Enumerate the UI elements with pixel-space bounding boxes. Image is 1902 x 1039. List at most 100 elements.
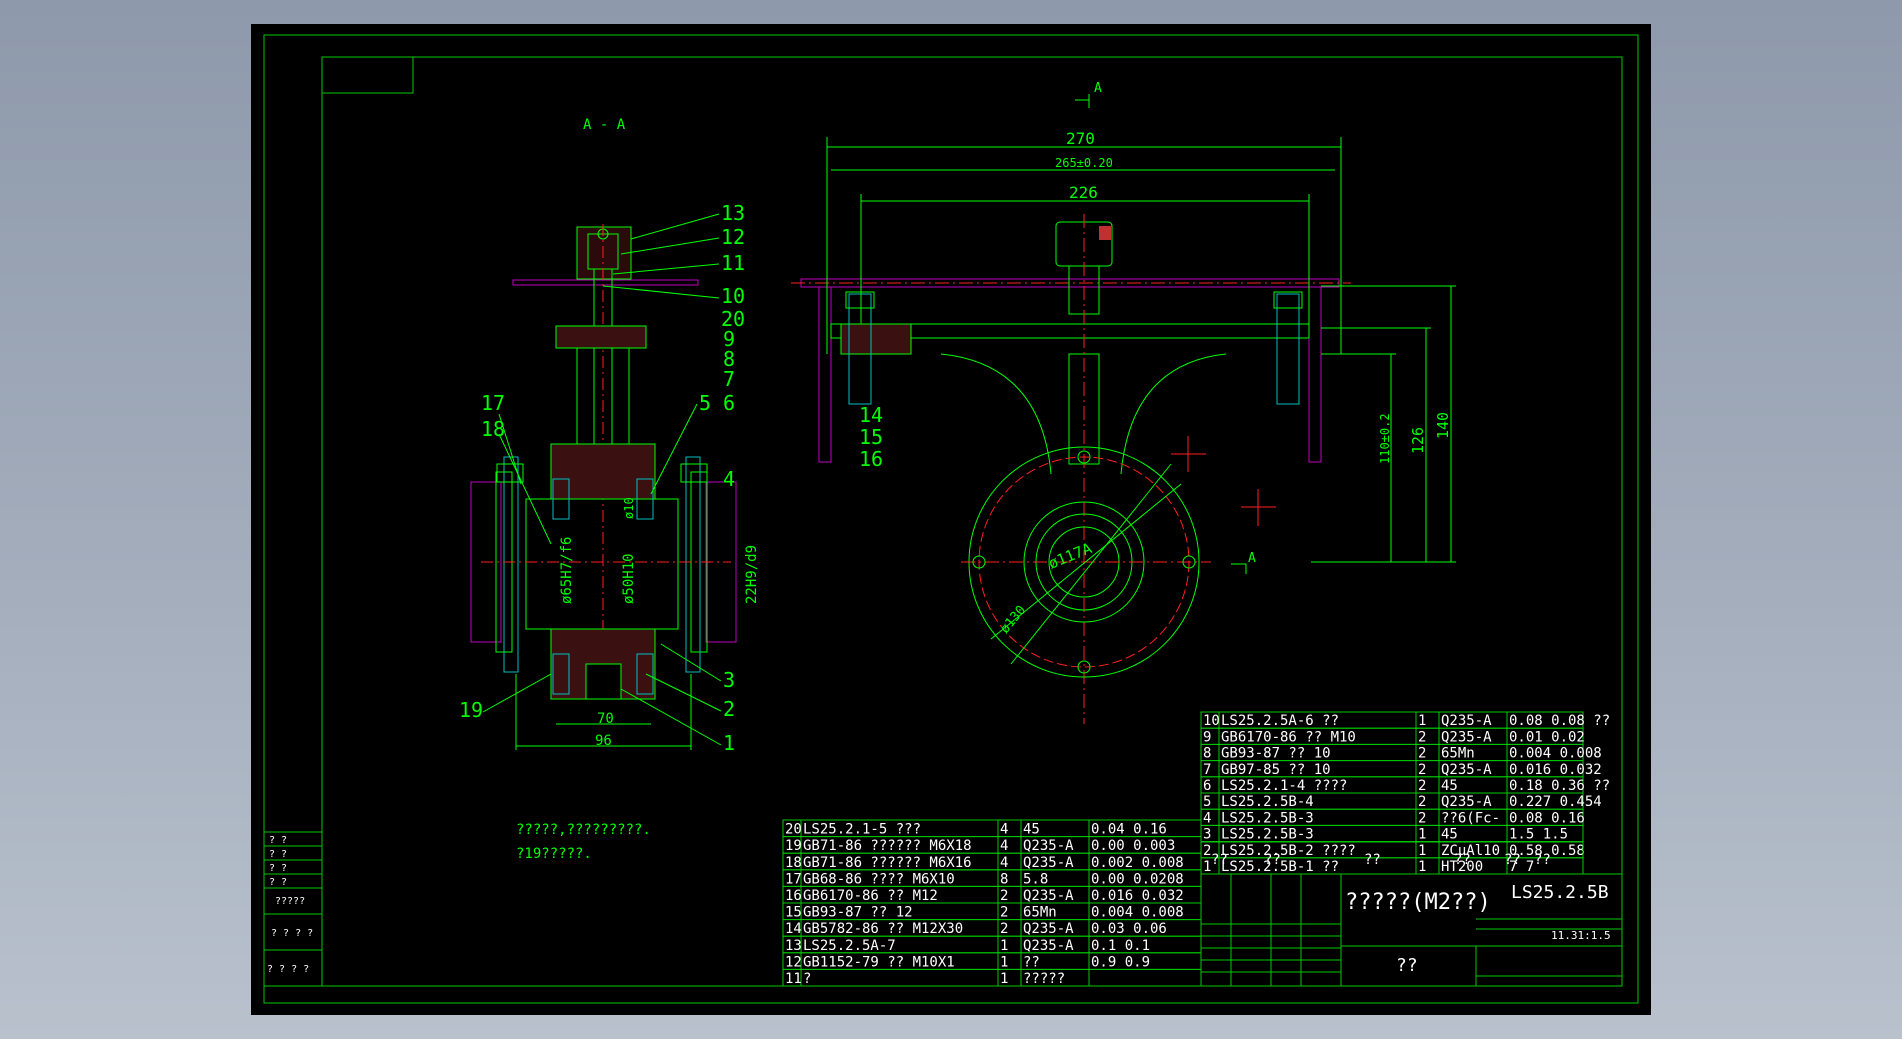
bom-right-cell: 2: [1418, 778, 1426, 794]
bom-left-cell: 65Mn: [1023, 905, 1057, 921]
drawing-scale: 11.31:1.5: [1551, 929, 1611, 942]
dim-270: 270: [1066, 129, 1095, 148]
bom-right-cell: 1: [1418, 713, 1426, 729]
bom-right-cell: 4: [1203, 810, 1211, 826]
bom-left-row: 16 GB6170-86 ?? M12 2 Q235-A 0.016 0.032: [782, 885, 1202, 904]
drawing-title: ?????(M2??): [1345, 890, 1491, 915]
bom-right-cell: 1: [1418, 843, 1426, 859]
bom-left-cell: GB71-86 ?????? M6X16: [803, 855, 972, 871]
bom-right-cell: ??6(Fc-: [1441, 810, 1500, 826]
cut-marker-right: A: [1248, 551, 1256, 566]
bom-left-cell: 1: [1000, 971, 1008, 987]
bom-left-cell: ??: [1023, 954, 1040, 970]
bom-left-cell: 0.016 0.032: [1091, 888, 1184, 904]
bom-right-cell: Q235-A: [1441, 794, 1492, 810]
bom-right-cell: LS25.2.5B-2 ????: [1221, 843, 1356, 859]
callout-11: 11: [721, 251, 745, 275]
section-label: A - A: [583, 117, 626, 133]
bom-right-header-cell: ??: [1211, 852, 1228, 868]
bom-right-cell: 1.5 1.5: [1509, 827, 1568, 843]
dim-226: 226: [1069, 183, 1098, 202]
bom-left-cell: ?????: [1023, 971, 1065, 987]
cad-drawing-sheet: ? ? ? ? ? ? ? ? ????? ? ? ? ? ? ? ? ? A …: [251, 24, 1651, 1015]
bom-left-cell: GB68-86 ???? M6X10: [803, 871, 955, 887]
bom-right-header-cell: ??: [1364, 852, 1381, 868]
bom-left-cell: GB93-87 ?? 12: [803, 905, 913, 921]
dim-110: 110±0.2: [1378, 413, 1392, 464]
bom-left-row: 12 GB1152-79 ?? M10X1 1?? 0.9 0.9: [782, 952, 1202, 970]
dim-117: ø117A: [1046, 539, 1095, 573]
cut-marker-top: A: [1094, 81, 1102, 96]
dim-265: 265±0.20: [1055, 156, 1113, 170]
bom-left-cell: 0.1 0.1: [1091, 938, 1150, 954]
callout-15: 15: [859, 425, 883, 449]
title-block-bottom: ??: [1396, 955, 1418, 976]
bom-right-cell: GB6170-86 ?? M10: [1221, 729, 1356, 745]
bom-right-cell: 5: [1203, 794, 1211, 810]
bom-right-row: 10 LS25.2.5A-6 ?? 1 Q235-A 0.08 0.08 ??: [1200, 711, 1610, 729]
dim-22: 22H9/d9: [744, 545, 760, 604]
bom-left-cell: 13: [785, 938, 802, 954]
bom-left-cell: 0.9 0.9: [1091, 954, 1150, 970]
bom-left-cell: Q235-A: [1023, 888, 1074, 904]
bom-right-row: 7 GB97-85 ?? 10 2 Q235-A 0.016 0.032: [1200, 760, 1602, 778]
bom-right-cell: 0.18 0.36 ??: [1509, 778, 1610, 794]
bom-right-row: 8 GB93-87 ?? 10 2 65Mn 0.004 0.008: [1200, 743, 1602, 762]
bom-right-cell: 45: [1441, 778, 1458, 794]
bom-right-cell: Q235-A: [1441, 762, 1492, 778]
bom-right-header-cell: ??: [1264, 852, 1281, 868]
front-view: A A 14 15 16 270 265±0.20 226 110±0.2 12…: [791, 81, 1456, 724]
bom-left-cell: 2: [1000, 921, 1008, 937]
bom-right-row: 5 LS25.2.5B-4 2 Q235-A 0.227 0.454: [1200, 792, 1602, 810]
bom-left-cell: Q235-A: [1023, 938, 1074, 954]
bom-left-cell: ?: [803, 971, 811, 987]
bom-left-cell: 12: [785, 954, 802, 970]
bom-right-cell: 10: [1203, 713, 1220, 729]
bom-left-cell: 18: [785, 855, 802, 871]
bom-right-row: 1 LS25.2.5B-1 ?? 1 HT200 7 7: [1200, 857, 1584, 875]
callout-10: 10: [721, 284, 745, 308]
callout-14: 14: [859, 403, 883, 427]
bom-right-header-cell: ??: [1534, 852, 1551, 868]
bom-table-right: 10 LS25.2.5A-6 ?? 1 Q235-A 0.08 0.08 ?? 9 GB61…: [1200, 711, 1610, 875]
bom-right-cell: Q235-A: [1441, 713, 1492, 729]
callout-19: 19: [459, 698, 483, 722]
bom-left-row: 18 GB71-86 ?????? M6X16 4 Q235-A 0.002 0.008: [782, 852, 1202, 871]
bom-right-cell: 2: [1418, 729, 1426, 745]
callout-6: 6: [723, 391, 735, 415]
margin-label-3: ? ?: [269, 863, 287, 874]
bom-left-cell: 19: [785, 838, 802, 854]
margin-label-7: ? ? ? ?: [267, 964, 309, 975]
section-view: A - A 13 12 11 10 20 9 8 7 5 6 17 18 4 3…: [459, 117, 760, 755]
bom-left-cell: GB6170-86 ?? M12: [803, 888, 938, 904]
dim-50: ø50H10: [621, 553, 637, 604]
callout-17: 17: [481, 391, 505, 415]
bom-left-cell: 4: [1000, 838, 1008, 854]
margin-label-2: ? ?: [269, 849, 287, 860]
dim-126: 126: [1409, 427, 1427, 454]
bom-right-cell: 2: [1418, 746, 1426, 762]
bom-right-cell: LS25.2.5B-4: [1221, 794, 1314, 810]
drawing-number: LS25.2.5B: [1511, 882, 1609, 903]
bom-left-row: 20 LS25.2.1-5 ??? 4 45 0.04 0.16: [782, 819, 1202, 838]
bom-right-cell: LS25.2.5B-3: [1221, 810, 1314, 826]
bom-right-cell: 0.004 0.008: [1509, 746, 1602, 762]
callout-5: 5: [699, 391, 711, 415]
dim-10: ø10: [622, 497, 636, 519]
bom-right-cell: 45: [1441, 827, 1458, 843]
corner-box: [321, 56, 414, 94]
note-line-1: ?????,?????????.: [516, 822, 651, 838]
dim-130: ø130: [998, 603, 1030, 637]
dim-96: 96: [595, 733, 612, 749]
margin-label-4: ? ?: [269, 877, 287, 888]
callout-4: 4: [723, 467, 735, 491]
bom-left-cell: Q235-A: [1023, 921, 1074, 937]
bom-left-cell: 2: [1000, 905, 1008, 921]
bom-left-cell: 4: [1000, 855, 1008, 871]
bom-left-cell: Q235-A: [1023, 838, 1074, 854]
bom-left-cell: 45: [1023, 822, 1040, 838]
callout-7: 7: [723, 367, 735, 391]
bom-left-cell: GB5782-86 ?? M12X30: [803, 921, 963, 937]
bom-right-cell: Q235-A: [1441, 729, 1492, 745]
bom-right-row: 9 GB6170-86 ?? M10 2 Q235-A 0.01 0.02: [1200, 727, 1585, 745]
